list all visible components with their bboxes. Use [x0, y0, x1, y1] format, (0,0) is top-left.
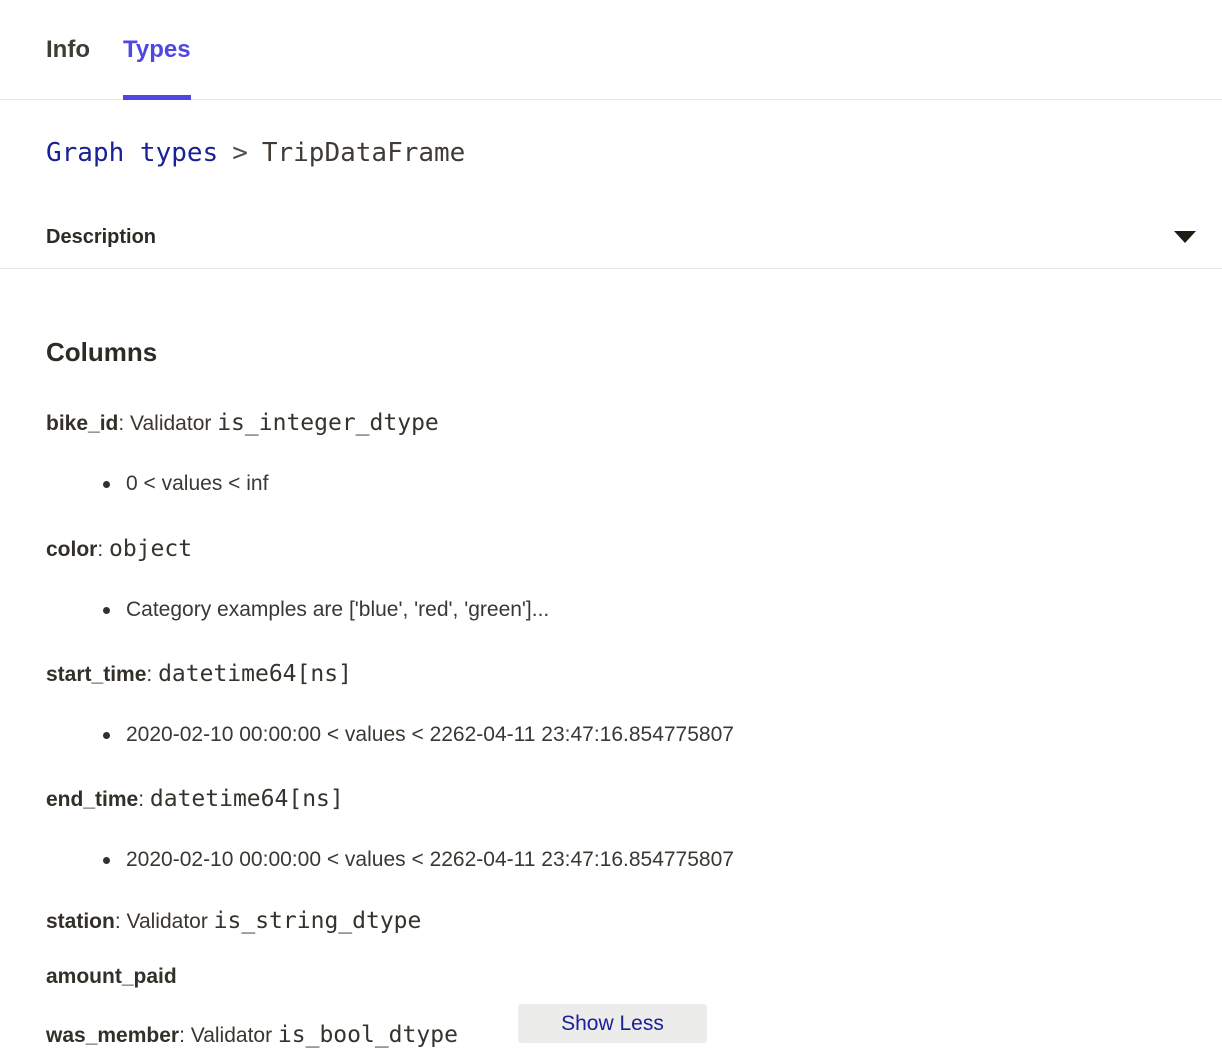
column-entry-amount-paid: amount_paid — [46, 964, 1222, 990]
tab-types-label: Types — [123, 36, 191, 64]
column-mid-text: : — [146, 663, 158, 686]
column-type-code: object — [109, 536, 192, 562]
column-constraints-list: 2020-02-10 00:00:00 < values < 2262-04-1… — [46, 722, 1222, 748]
column-entry-color: color: object — [46, 536, 1222, 563]
column-name: station — [46, 910, 115, 933]
column-mid-text: : — [97, 538, 109, 561]
tab-info-label: Info — [46, 36, 90, 64]
description-section-toggle[interactable]: Description — [0, 206, 1222, 269]
column-constraints-list: 0 < values < inf — [46, 471, 1222, 497]
column-name: amount_paid — [46, 965, 177, 988]
column-name: color — [46, 538, 97, 561]
column-type-code: is_string_dtype — [214, 908, 422, 934]
column-entry-start-time: start_time: datetime64[ns] — [46, 661, 1222, 688]
column-entry-end-time: end_time: datetime64[ns] — [46, 786, 1222, 813]
column-mid-text: : Validator — [118, 412, 217, 435]
breadcrumb: Graph types > TripDataFrame — [0, 100, 1222, 206]
column-type-code: is_bool_dtype — [278, 1022, 458, 1048]
constraint-item: Category examples are ['blue', 'red', 'g… — [46, 597, 1222, 623]
constraint-item: 2020-02-10 00:00:00 < values < 2262-04-1… — [46, 847, 1222, 873]
constraint-item: 2020-02-10 00:00:00 < values < 2262-04-1… — [46, 722, 1222, 748]
caret-down-icon[interactable] — [1174, 231, 1196, 243]
column-mid-text: : Validator — [179, 1024, 278, 1047]
column-type-code: is_integer_dtype — [217, 410, 439, 436]
breadcrumb-current-type: TripDataFrame — [262, 138, 466, 168]
tab-types[interactable]: Types — [123, 0, 191, 99]
column-constraints-list: Category examples are ['blue', 'red', 'g… — [46, 597, 1222, 623]
column-mid-text: : — [138, 788, 150, 811]
column-name: bike_id — [46, 412, 118, 435]
tab-info[interactable]: Info — [46, 0, 90, 99]
description-label: Description — [46, 226, 156, 249]
column-constraints-list: 2020-02-10 00:00:00 < values < 2262-04-1… — [46, 847, 1222, 873]
column-type-code: datetime64[ns] — [150, 786, 344, 812]
constraint-item: 0 < values < inf — [46, 471, 1222, 497]
columns-heading: Columns — [46, 338, 1222, 366]
column-mid-text: : Validator — [115, 910, 214, 933]
show-less-button[interactable]: Show Less — [518, 1004, 707, 1043]
columns-section: Columns bike_id: Validator is_integer_dt… — [0, 269, 1222, 1049]
column-type-code: datetime64[ns] — [158, 661, 352, 687]
tab-bar: Info Types — [0, 0, 1222, 100]
breadcrumb-link-graph-types[interactable]: Graph types — [46, 138, 218, 168]
column-entry-station: station: Validator is_string_dtype — [46, 908, 1222, 935]
column-entry-bike-id: bike_id: Validator is_integer_dtype — [46, 410, 1222, 437]
column-name: start_time — [46, 663, 146, 686]
breadcrumb-separator: > — [232, 138, 248, 168]
column-name: end_time — [46, 788, 138, 811]
column-name: was_member — [46, 1024, 179, 1047]
